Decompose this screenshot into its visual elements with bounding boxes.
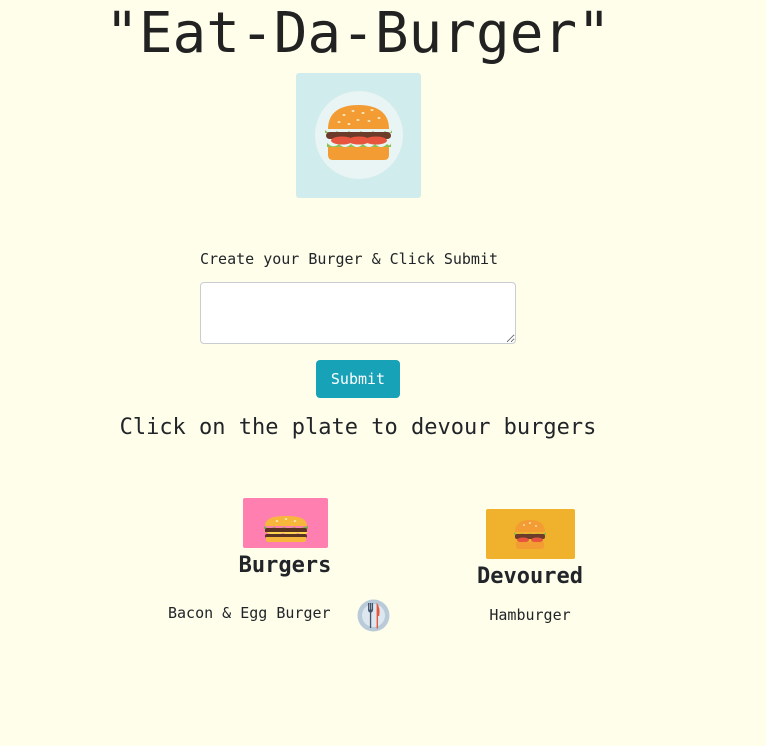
- devoured-heading: Devoured: [477, 564, 583, 589]
- devoured-item-name: Hamburger: [489, 606, 571, 624]
- burgers-heading: Burgers: [238, 553, 332, 578]
- page-title: "Eat-Da-Burger": [105, 1, 611, 66]
- burger-item-name: Bacon & Egg Burger: [168, 604, 331, 622]
- logo-box: [296, 73, 421, 198]
- hamburger-icon: [514, 520, 546, 549]
- devour-plate-button[interactable]: [357, 599, 390, 632]
- plate-fork-knife-icon: [357, 599, 390, 632]
- instructions-text: Click on the plate to devour burgers: [119, 415, 597, 440]
- cheeseburger-icon: [264, 516, 308, 542]
- burgers-badge: [243, 498, 328, 548]
- devoured-badge: [486, 509, 575, 559]
- form-label: Create your Burger & Click Submit: [200, 250, 499, 268]
- burger-name-input[interactable]: [200, 282, 516, 344]
- submit-button[interactable]: Submit: [316, 360, 400, 398]
- burger-icon: [325, 105, 392, 160]
